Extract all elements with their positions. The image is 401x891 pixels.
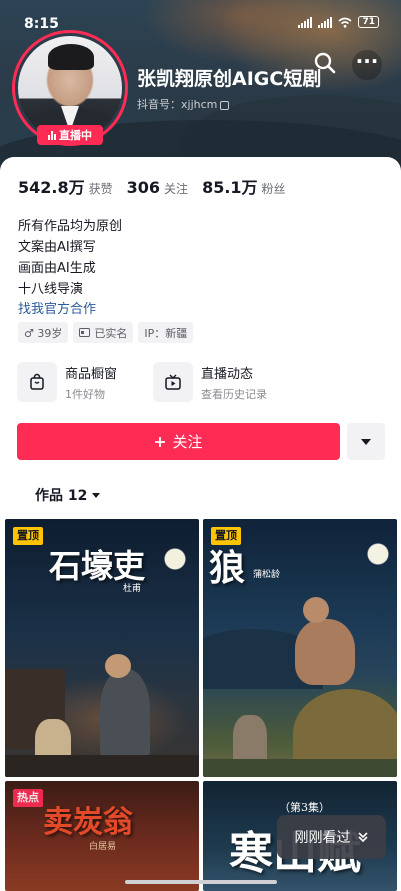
service-subtitle: 1件好物 [65, 387, 105, 401]
live-badge-label: 直播中 [59, 129, 92, 142]
signal-icon [318, 16, 333, 28]
live-badge[interactable]: 直播中 [37, 125, 103, 145]
stat-label: 获赞 [88, 182, 113, 196]
double-chevron-down-icon [357, 832, 368, 843]
tag-ip: IP：新疆 [138, 322, 194, 343]
copy-icon[interactable] [220, 100, 230, 110]
bio: 所有作品均为原创 文案由AI撰写 画面由AI生成 十八线导演 [18, 216, 122, 300]
bio-line: 文案由AI撰写 [18, 240, 96, 255]
live-history-entry[interactable]: 直播动态 查看历史记录 [153, 362, 267, 402]
stat-label: 关注 [164, 182, 189, 196]
ground [5, 755, 199, 777]
man-figure [295, 619, 355, 685]
more-icon[interactable]: ··· [352, 50, 382, 80]
tab-works-label: 作品 12 [35, 488, 88, 504]
stat-followers[interactable]: 85.1万 粉丝 [202, 174, 286, 198]
recently-viewed-button[interactable]: 刚刚看过 [277, 815, 386, 859]
soldier-figure [100, 669, 150, 759]
cover-subtitle: 白居易 [89, 842, 117, 852]
id-card-icon [79, 328, 91, 337]
live-bars-icon [48, 130, 56, 140]
video-tile[interactable]: 热点 卖炭翁 白居易 [5, 781, 199, 891]
stats-row: 542.8万 获赞 306 关注 85.1万 粉丝 [18, 174, 300, 198]
stat-value: 306 [126, 178, 161, 197]
caret-down-icon [361, 438, 371, 445]
bio-line: 画面由AI生成 [18, 261, 96, 276]
ground [203, 759, 397, 777]
recently-viewed-label: 刚刚看过 [294, 830, 351, 846]
douyin-id-text: 抖音号：xjjhcm [137, 98, 218, 111]
follow-button[interactable]: 关注 [17, 423, 340, 460]
tag-age: ♂ 39岁 [18, 322, 69, 343]
shop-window-entry[interactable]: 商品橱窗 1件好物 [17, 362, 117, 402]
cover-title: 卖炭翁 [43, 805, 133, 840]
cover-subtitle: （第3集） [279, 801, 330, 814]
tag-age-text: ♂ 39岁 [24, 326, 63, 340]
tab-works[interactable]: 作品 12 [35, 485, 101, 505]
profile-name: 张凯翔原创AIGC短剧 [137, 68, 322, 90]
stat-likes[interactable]: 542.8万 获赞 [18, 174, 113, 198]
home-indicator[interactable] [125, 880, 277, 884]
service-title: 直播动态 [201, 366, 254, 382]
more-options-dropdown[interactable] [347, 423, 385, 460]
status-icons: 71 [298, 16, 379, 28]
plus-icon [155, 436, 166, 447]
cover-subtitle: 蒲松龄 [253, 570, 281, 580]
man-head [303, 597, 329, 623]
service-subtitle: 查看历史记录 [201, 387, 267, 401]
tag-verified-text: 已实名 [94, 326, 128, 340]
profile-tags: ♂ 39岁 已实名 IP：新疆 [18, 322, 194, 343]
video-tile[interactable]: 置顶 石壕吏 杜甫 [5, 519, 199, 777]
status-time: 8:15 [24, 16, 59, 32]
bio-line: 十八线导演 [18, 282, 84, 297]
cover-title: 狼 [209, 547, 246, 589]
caret-down-icon [92, 492, 101, 498]
live-tv-icon [153, 362, 193, 402]
stat-label: 粉丝 [261, 182, 286, 196]
bio-line: 所有作品均为原创 [18, 219, 123, 234]
tag-ip-text: IP：新疆 [144, 326, 188, 340]
douyin-id[interactable]: 抖音号：xjjhcm [137, 96, 230, 112]
soldier-head [105, 654, 131, 678]
shop-bag-icon [17, 362, 57, 402]
video-tile[interactable]: 置顶 狼 蒲松龄 [203, 519, 397, 777]
service-title: 商品橱窗 [65, 366, 118, 382]
battery-icon: 71 [358, 16, 379, 28]
cover-subtitle: 杜甫 [123, 584, 142, 594]
stat-value: 542.8万 [18, 178, 85, 197]
follow-button-label: 关注 [172, 433, 203, 451]
cooperation-link[interactable]: 找我官方合作 [18, 298, 96, 317]
wolf-figure [233, 715, 267, 765]
stat-value: 85.1万 [202, 178, 258, 197]
wifi-icon [338, 17, 352, 28]
hot-badge: 热点 [13, 789, 43, 807]
signal-icon [298, 16, 313, 28]
pinned-badge: 置顶 [13, 527, 43, 545]
stat-following[interactable]: 306 关注 [127, 178, 188, 197]
tag-verified[interactable]: 已实名 [73, 322, 134, 343]
